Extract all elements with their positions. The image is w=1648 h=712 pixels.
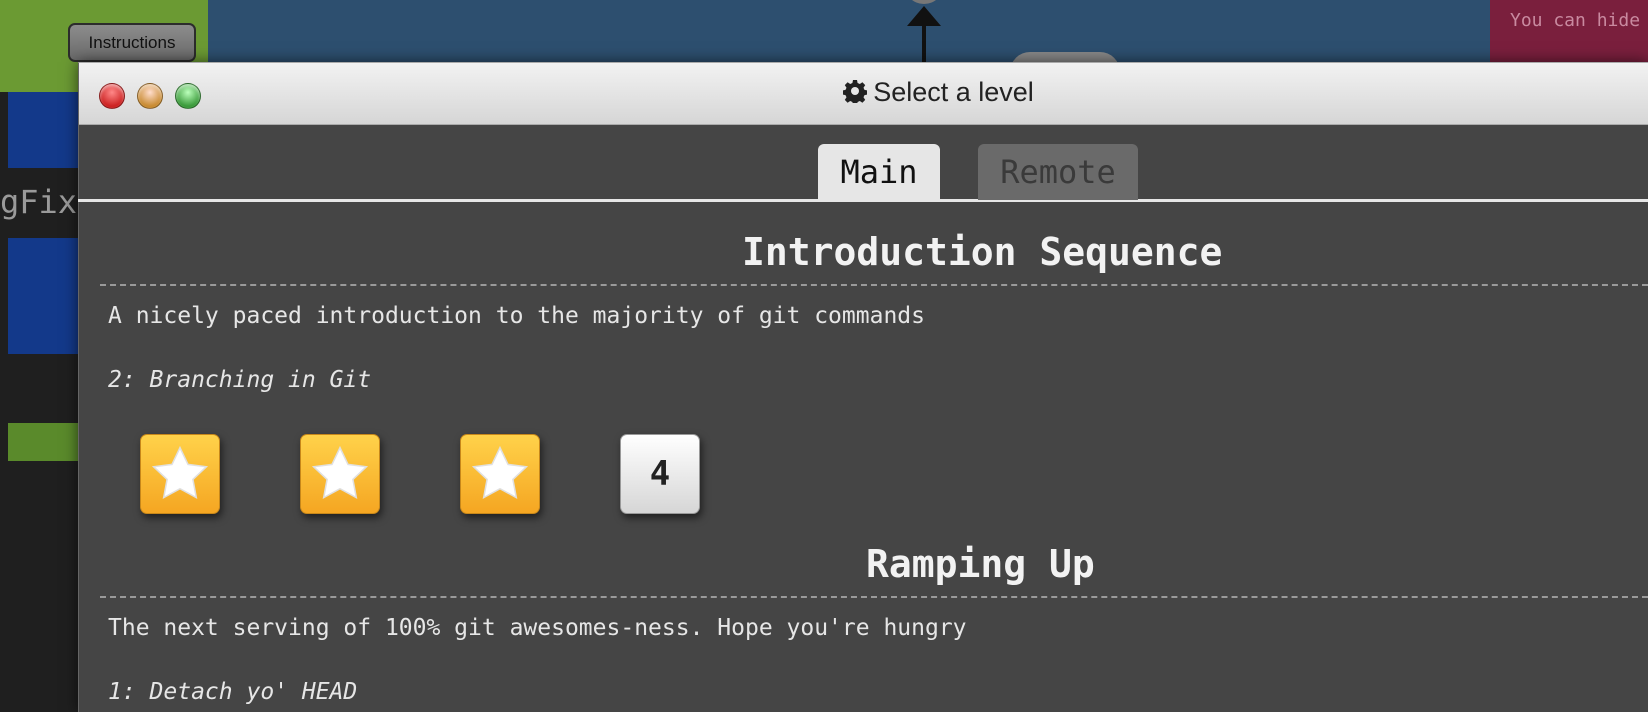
arrow-line: [922, 16, 926, 68]
level-tile-4[interactable]: 4: [620, 434, 700, 514]
command-block: [8, 423, 78, 461]
titlebar: Select a level: [79, 63, 1648, 125]
selected-level-name: 1: Detach yo' HEAD: [108, 679, 358, 705]
command-block: [8, 238, 78, 354]
selected-level-name: 2: Branching in Git: [108, 367, 372, 393]
section-description: A nicely paced introduction to the major…: [108, 303, 925, 329]
tab-remote[interactable]: Remote: [978, 144, 1138, 200]
window-title: Select a level: [79, 77, 1648, 108]
command-block: [8, 92, 78, 168]
section-title: Introduction Sequence: [742, 230, 1223, 274]
star-icon: [471, 445, 529, 499]
instructions-button[interactable]: Instructions: [68, 23, 196, 62]
section-divider: [100, 284, 1648, 286]
level-tile-3[interactable]: [460, 434, 540, 514]
section-title: Ramping Up: [866, 542, 1095, 586]
star-icon: [311, 445, 369, 499]
level-tile-1[interactable]: [140, 434, 220, 514]
tab-main[interactable]: Main: [818, 144, 940, 200]
section-description: The next serving of 100% git awesomes-ne…: [108, 615, 967, 641]
window-title-text: Select a level: [873, 77, 1034, 107]
gear-icon: [843, 80, 868, 103]
level-tile-2[interactable]: [300, 434, 380, 514]
section-divider: [100, 596, 1648, 598]
partial-text: gFix: [0, 183, 78, 221]
star-icon: [151, 445, 209, 499]
hint-text: You can hide: [1510, 10, 1641, 31]
